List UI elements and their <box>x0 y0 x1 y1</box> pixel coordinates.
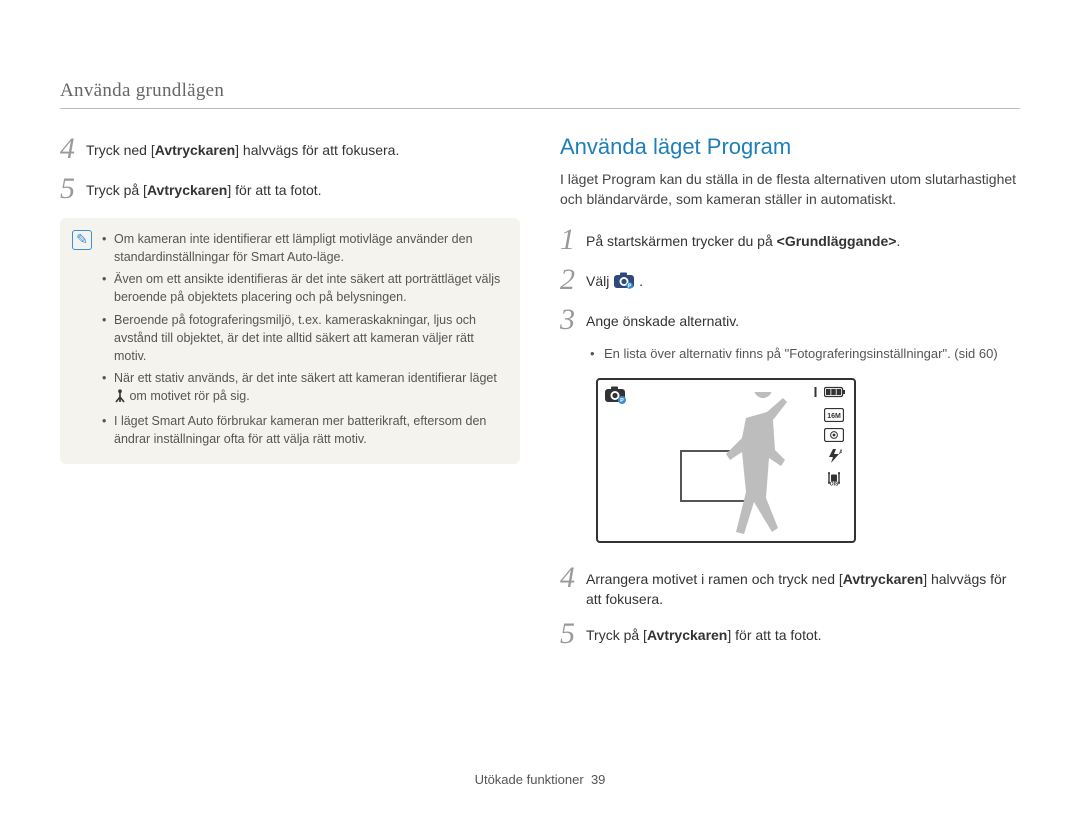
note-item: I läget Smart Auto förbrukar kameran mer… <box>102 412 506 448</box>
text-post: ] för att ta fotot. <box>227 182 321 198</box>
right-step-2: 2 Välj P . <box>560 265 1020 295</box>
note-item: Om kameran inte identifierar ett lämplig… <box>102 230 506 266</box>
right-step-3: 3 Ange önskade alternativ. <box>560 305 1020 335</box>
step-number: 3 <box>560 305 586 335</box>
shots-remaining-icon <box>813 386 818 398</box>
step-number: 4 <box>560 563 586 593</box>
metering-icon <box>824 428 844 442</box>
resolution-icon: 16M <box>824 408 844 422</box>
note-text-post: om motivet rör på sig. <box>129 389 249 403</box>
text-post: . <box>896 233 900 249</box>
shutter-bold: Avtryckaren <box>647 627 727 643</box>
camera-preview-figure: P 16M <box>596 378 1020 543</box>
svg-text:P: P <box>620 398 624 404</box>
note-box: ✎ Om kameran inte identifierar ett lämpl… <box>60 218 520 464</box>
step-text: Välj P . <box>586 265 643 295</box>
left-step-4: 4 Tryck ned [Avtryckaren] halvvägs för a… <box>60 134 520 164</box>
note-item: Även om ett ansikte identifieras är det … <box>102 270 506 306</box>
step-number: 5 <box>60 174 86 204</box>
footer-label: Utökade funktioner <box>475 772 584 787</box>
step-text: Tryck på [Avtryckaren] för att ta fotot. <box>586 619 822 645</box>
step-text: Tryck på [Avtryckaren] för att ta fotot. <box>86 174 322 200</box>
basic-bold: <Grundläggande> <box>777 233 897 249</box>
text-post: ] för att ta fotot. <box>727 627 821 643</box>
mode-badge-icon: P <box>604 386 628 409</box>
page-number: 39 <box>591 772 605 787</box>
svg-text:16M: 16M <box>827 413 841 420</box>
header-divider <box>60 108 1020 109</box>
step-text: Arrangera motivet i ramen och tryck ned … <box>586 563 1020 610</box>
svg-text:A: A <box>839 450 842 456</box>
note-item: Beroende på fotograferingsmiljö, t.ex. k… <box>102 311 506 365</box>
shutter-bold: Avtryckaren <box>843 571 923 587</box>
svg-text:OIS: OIS <box>830 481 839 486</box>
text-pre: På startskärmen trycker du på <box>586 233 777 249</box>
battery-icon <box>824 386 846 398</box>
right-step-5: 5 Tryck på [Avtryckaren] för att ta foto… <box>560 619 1020 649</box>
text-post: . <box>639 273 643 289</box>
breadcrumb: Använda grundlägen <box>60 80 1020 102</box>
section-heading: Använda läget Program <box>560 134 1020 160</box>
shutter-bold: Avtryckaren <box>155 142 235 158</box>
step-number: 1 <box>560 225 586 255</box>
text-pre: Välj <box>586 273 613 289</box>
tripod-icon <box>114 389 126 408</box>
step-text: Ange önskade alternativ. <box>586 305 739 331</box>
note-item: När ett stativ används, är det inte säke… <box>102 369 506 408</box>
text-pre: Tryck ned [ <box>86 142 155 158</box>
text-pre: Arrangera motivet i ramen och tryck ned … <box>586 571 843 587</box>
right-step-1: 1 På startskärmen trycker du på <Grundlä… <box>560 225 1020 255</box>
step-number: 2 <box>560 265 586 295</box>
step-text: På startskärmen trycker du på <Grundlägg… <box>586 225 900 251</box>
note-text-pre: När ett stativ används, är det inte säke… <box>114 371 497 385</box>
flash-icon: A <box>826 448 842 464</box>
text-post: ] halvvägs för att fokusera. <box>235 142 399 158</box>
subject-silhouette-icon <box>723 392 808 545</box>
right-column: Använda läget Program I läget Program ka… <box>560 134 1020 659</box>
left-column: 4 Tryck ned [Avtryckaren] halvvägs för a… <box>60 134 520 659</box>
step-number: 5 <box>560 619 586 649</box>
program-mode-icon: P <box>613 272 635 295</box>
text-pre: Tryck på [ <box>586 627 647 643</box>
camera-preview: P 16M <box>596 378 856 543</box>
shutter-bold: Avtryckaren <box>147 182 227 198</box>
text-pre: Tryck på [ <box>86 182 147 198</box>
footer: Utökade funktioner 39 <box>0 772 1080 787</box>
stabilization-icon: OIS <box>825 470 843 486</box>
step3-sub-bullet: En lista över alternativ finns på "Fotog… <box>586 345 1020 363</box>
left-step-5: 5 Tryck på [Avtryckaren] för att ta foto… <box>60 174 520 204</box>
step-text: Tryck ned [Avtryckaren] halvvägs för att… <box>86 134 399 160</box>
right-step-4: 4 Arrangera motivet i ramen och tryck ne… <box>560 563 1020 610</box>
note-icon: ✎ <box>72 230 92 250</box>
note-list: Om kameran inte identifierar ett lämplig… <box>102 230 506 452</box>
section-intro: I läget Program kan du ställa in de fles… <box>560 170 1020 209</box>
step-number: 4 <box>60 134 86 164</box>
